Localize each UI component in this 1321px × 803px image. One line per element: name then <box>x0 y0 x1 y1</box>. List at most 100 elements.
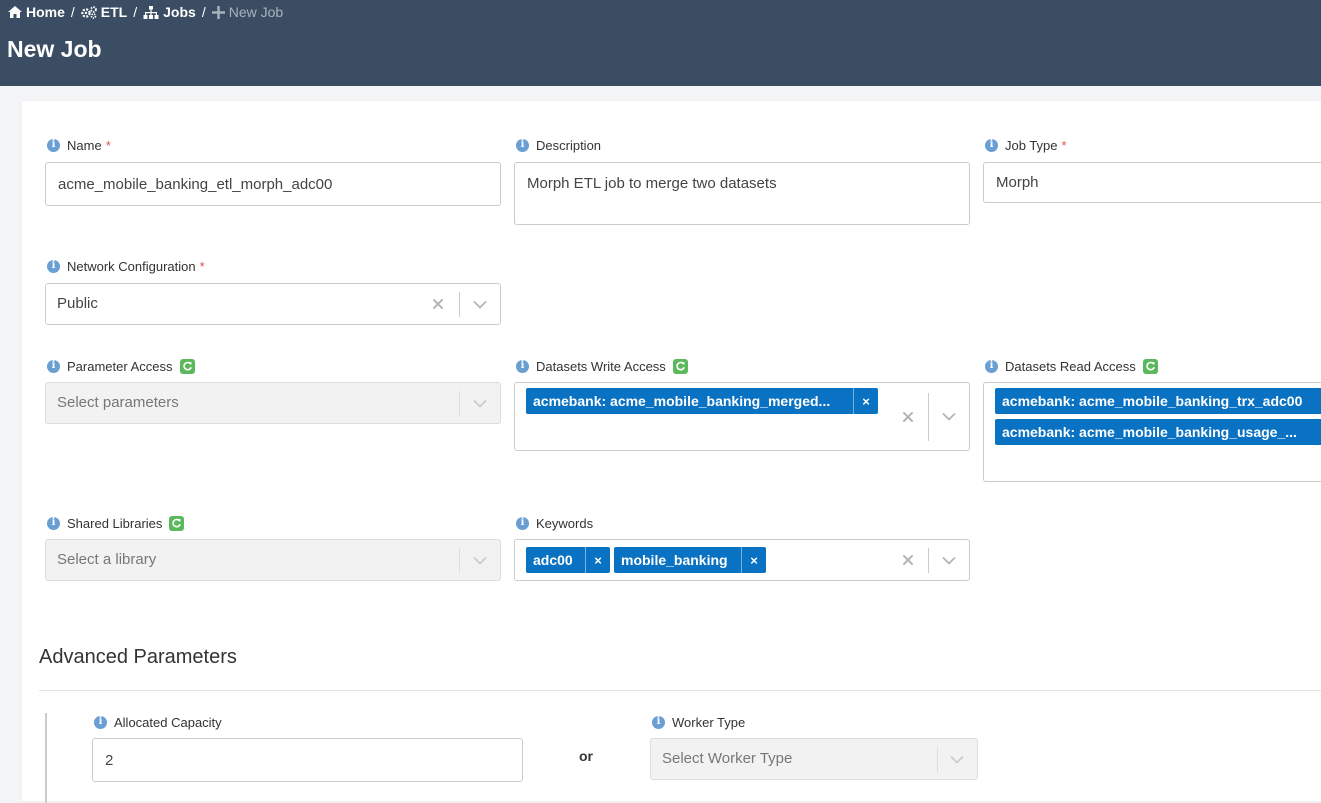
datasets-read-access-label-text: Datasets Read Access <box>1005 358 1136 374</box>
parameter-access-label-text: Parameter Access <box>67 358 173 374</box>
info-icon[interactable]: i <box>47 138 60 152</box>
section-divider <box>39 690 1321 691</box>
chip-remove-button[interactable]: × <box>585 547 610 573</box>
chevron-down-icon[interactable] <box>473 399 487 409</box>
dataset-chip-label: acmebank: acme_mobile_banking_trx_adc00 <box>1002 393 1303 409</box>
dataset-chip-label: acmebank: acme_mobile_banking_merged... <box>533 393 831 409</box>
sitemap-icon <box>143 5 159 19</box>
breadcrumb-home-label: Home <box>26 4 65 20</box>
breadcrumb: Home / ETL / Jobs / New Job <box>8 4 283 20</box>
datasets-write-access-select[interactable]: acmebank: acme_mobile_banking_merged... … <box>514 382 970 451</box>
select-divider <box>459 391 460 416</box>
parameter-access-label: i Parameter Access <box>47 358 195 374</box>
page-title: New Job <box>7 36 102 62</box>
network-configuration-value: Public <box>57 295 98 312</box>
info-icon[interactable]: i <box>516 359 529 373</box>
datasets-write-access-label: i Datasets Write Access <box>516 358 688 374</box>
breadcrumb-separator: / <box>201 4 206 20</box>
datasets-read-access-select[interactable]: acmebank: acme_mobile_banking_trx_adc00 … <box>983 382 1321 482</box>
datasets-write-access-label-text: Datasets Write Access <box>536 358 666 374</box>
chip-remove-button[interactable]: × <box>741 547 766 573</box>
select-divider <box>928 548 929 573</box>
chevron-down-icon[interactable] <box>473 300 487 310</box>
refresh-icon[interactable] <box>1142 358 1158 374</box>
chip-remove-button[interactable]: × <box>853 388 878 414</box>
gears-icon <box>81 5 97 19</box>
dataset-chip-label: acmebank: acme_mobile_banking_usage_... <box>1002 424 1297 440</box>
allocated-capacity-input[interactable]: 2 <box>92 738 523 782</box>
name-label-text: Name <box>67 137 102 153</box>
job-type-label-text: Job Type <box>1005 137 1058 153</box>
home-icon <box>8 6 22 18</box>
info-icon[interactable]: i <box>47 359 60 373</box>
form-card: i Name * acme_mobile_banking_etl_morph_a… <box>22 101 1321 803</box>
plus-icon <box>211 5 225 19</box>
keyword-chip-label: adc00 <box>533 552 573 568</box>
info-icon[interactable]: i <box>47 516 60 530</box>
keywords-label: i Keywords <box>516 515 593 531</box>
select-divider <box>928 393 929 441</box>
advanced-group-line <box>45 713 47 803</box>
select-divider <box>459 548 460 573</box>
network-configuration-select[interactable]: Public <box>45 283 501 325</box>
info-icon[interactable]: i <box>516 516 529 530</box>
shared-libraries-placeholder: Select a library <box>57 551 157 568</box>
or-separator: or <box>579 748 593 764</box>
worker-type-label-text: Worker Type <box>672 714 746 730</box>
breadcrumb-separator: / <box>133 4 138 20</box>
refresh-icon[interactable] <box>672 358 688 374</box>
breadcrumb-separator: / <box>70 4 75 20</box>
info-icon[interactable]: i <box>652 715 665 729</box>
info-icon[interactable]: i <box>94 715 107 729</box>
dataset-chip: acmebank: acme_mobile_banking_merged... … <box>526 388 878 414</box>
keywords-label-text: Keywords <box>536 515 594 531</box>
parameter-access-placeholder: Select parameters <box>57 394 179 411</box>
shared-libraries-label-text: Shared Libraries <box>67 515 163 531</box>
breadcrumb-current-label: New Job <box>228 4 284 20</box>
network-configuration-label: i Network Configuration * <box>47 258 205 274</box>
breadcrumb-etl-label: ETL <box>100 4 128 20</box>
worker-type-label: i Worker Type <box>652 714 745 730</box>
dataset-chip: acmebank: acme_mobile_banking_trx_adc00 <box>995 388 1321 414</box>
clear-icon[interactable] <box>901 410 915 424</box>
job-type-select[interactable]: Morph <box>983 162 1321 203</box>
clear-icon[interactable] <box>901 553 915 567</box>
advanced-parameters-title: Advanced Parameters <box>39 646 237 668</box>
required-mark: * <box>199 258 205 274</box>
shared-libraries-select[interactable]: Select a library <box>45 539 501 581</box>
select-divider <box>459 292 460 317</box>
required-mark: * <box>1061 137 1067 153</box>
job-type-label: i Job Type * <box>985 137 1067 153</box>
shared-libraries-label: i Shared Libraries <box>47 515 185 531</box>
info-icon[interactable]: i <box>516 138 529 152</box>
parameter-access-select[interactable]: Select parameters <box>45 382 501 424</box>
chevron-down-icon[interactable] <box>473 556 487 566</box>
info-icon[interactable]: i <box>985 138 998 152</box>
name-input[interactable]: acme_mobile_banking_etl_morph_adc00 <box>45 162 501 206</box>
chevron-down-icon[interactable] <box>950 755 964 765</box>
allocated-capacity-label-text: Allocated Capacity <box>114 714 222 730</box>
keyword-chip: adc00 × <box>526 547 610 573</box>
page-header: Home / ETL / Jobs / New Job New Job <box>0 0 1321 86</box>
clear-icon[interactable] <box>431 297 445 311</box>
chevron-down-icon[interactable] <box>942 556 956 566</box>
breadcrumb-etl[interactable]: ETL <box>81 4 127 20</box>
worker-type-select[interactable]: Select Worker Type <box>650 738 978 780</box>
breadcrumb-jobs[interactable]: Jobs <box>143 4 196 20</box>
breadcrumb-jobs-label: Jobs <box>163 4 196 20</box>
description-textarea[interactable]: Morph ETL job to merge two datasets <box>514 162 970 225</box>
keyword-chip-label: mobile_banking <box>621 552 728 568</box>
description-label: i Description <box>516 137 601 153</box>
name-label: i Name * <box>47 137 111 153</box>
info-icon[interactable]: i <box>985 359 998 373</box>
keywords-select[interactable]: adc00 × mobile_banking × <box>514 539 970 581</box>
breadcrumb-current: New Job <box>211 4 284 20</box>
info-icon[interactable]: i <box>47 259 60 273</box>
description-label-text: Description <box>536 137 602 153</box>
breadcrumb-home[interactable]: Home <box>8 4 65 20</box>
refresh-icon[interactable] <box>179 358 195 374</box>
datasets-read-access-label: i Datasets Read Access <box>985 358 1158 374</box>
refresh-icon[interactable] <box>169 515 185 531</box>
chevron-down-icon[interactable] <box>942 412 956 422</box>
worker-type-placeholder: Select Worker Type <box>662 750 793 767</box>
